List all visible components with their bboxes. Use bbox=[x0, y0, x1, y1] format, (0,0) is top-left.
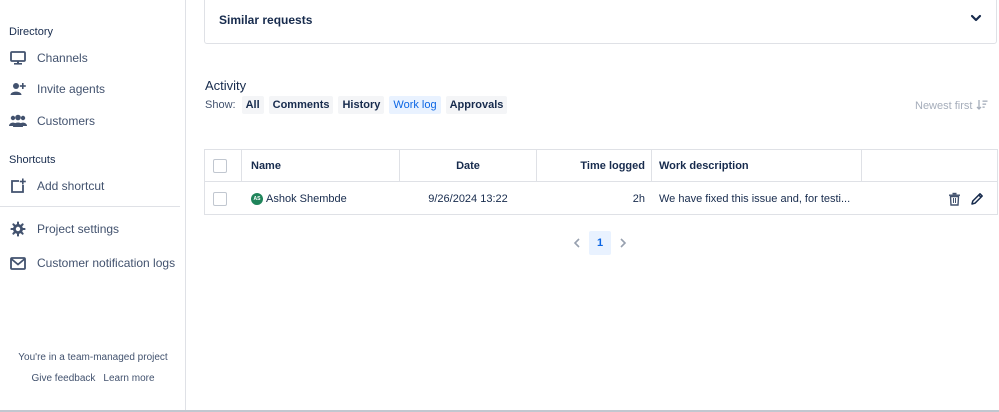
worklog-author[interactable]: AS Ashok Shembde bbox=[251, 183, 347, 215]
table-header-row: Name Date Time logged Work description bbox=[205, 150, 997, 182]
worklog-time-logged: 2h bbox=[632, 193, 645, 205]
give-feedback-link[interactable]: Give feedback bbox=[31, 373, 95, 384]
learn-more-link[interactable]: Learn more bbox=[103, 373, 154, 384]
avatar: AS bbox=[251, 193, 263, 205]
sidebar-item-label: Invite agents bbox=[37, 82, 106, 96]
sidebar-item-label: Customers bbox=[37, 114, 96, 128]
next-page-chevron-right-icon[interactable] bbox=[614, 231, 632, 255]
filter-history[interactable]: History bbox=[338, 96, 385, 114]
sidebar: Directory Channels Invite agents Custome… bbox=[0, 0, 186, 412]
activity-title: Activity bbox=[205, 78, 247, 93]
similar-requests-panel[interactable]: Similar requests bbox=[204, 0, 997, 44]
header-name[interactable]: Name bbox=[251, 150, 281, 182]
directory-section-title: Directory bbox=[9, 26, 54, 38]
pagination: 1 bbox=[568, 231, 632, 255]
sort-descending-icon bbox=[972, 99, 988, 113]
sidebar-item-label: Customer notification logs bbox=[37, 256, 176, 270]
add-user-icon bbox=[0, 82, 36, 96]
delete-icon[interactable] bbox=[948, 183, 961, 215]
header-date[interactable]: Date bbox=[400, 150, 536, 182]
team-managed-note: You're in a team-managed project bbox=[18, 352, 168, 363]
sidebar-item-project-settings[interactable]: Project settings bbox=[0, 214, 185, 244]
filter-comments[interactable]: Comments bbox=[268, 96, 334, 114]
filter-work-log[interactable]: Work log bbox=[389, 96, 441, 114]
header-work-description[interactable]: Work description bbox=[659, 150, 749, 182]
add-shortcut-icon bbox=[0, 178, 36, 194]
worklog-description: We have fixed this issue and, for testi.… bbox=[659, 193, 851, 205]
sort-toggle[interactable]: Newest first bbox=[915, 99, 988, 113]
monitor-icon bbox=[0, 51, 36, 65]
sidebar-item-add-shortcut[interactable]: Add shortcut bbox=[0, 171, 185, 201]
sidebar-item-channels[interactable]: Channels bbox=[0, 43, 185, 73]
sidebar-divider bbox=[0, 206, 180, 207]
page-number-button[interactable]: 1 bbox=[589, 231, 611, 255]
people-icon bbox=[0, 114, 36, 128]
sort-label: Newest first bbox=[915, 100, 973, 112]
header-time-logged[interactable]: Time logged bbox=[537, 150, 645, 182]
gear-icon bbox=[0, 221, 36, 237]
worklog-date: 9/26/2024 13:22 bbox=[428, 193, 508, 205]
show-label: Show: bbox=[205, 99, 236, 111]
row-checkbox[interactable] bbox=[213, 183, 227, 215]
sidebar-item-customer-notification-logs[interactable]: Customer notification logs bbox=[0, 248, 185, 278]
work-log-table: Name Date Time logged Work description A… bbox=[204, 149, 998, 215]
sidebar-item-label: Add shortcut bbox=[37, 179, 105, 193]
chevron-down-icon[interactable] bbox=[970, 11, 982, 29]
edit-pencil-icon[interactable] bbox=[970, 183, 984, 215]
filter-approvals[interactable]: Approvals bbox=[445, 96, 508, 114]
mail-icon bbox=[0, 256, 36, 270]
filter-all[interactable]: All bbox=[241, 96, 264, 114]
shortcuts-section-title: Shortcuts bbox=[9, 154, 56, 166]
similar-requests-title: Similar requests bbox=[219, 13, 313, 27]
sidebar-item-label: Channels bbox=[37, 51, 88, 65]
table-row: AS Ashok Shembde 9/26/2024 13:22 2h We h… bbox=[205, 183, 997, 215]
prev-page-chevron-left-icon[interactable] bbox=[568, 231, 586, 255]
activity-filter-bar: Show: All Comments History Work log Appr… bbox=[205, 96, 512, 114]
select-all-checkbox[interactable] bbox=[213, 150, 227, 182]
sidebar-item-label: Project settings bbox=[37, 222, 120, 236]
footer-links: Give feedback Learn more bbox=[0, 373, 186, 384]
sidebar-item-invite-agents[interactable]: Invite agents bbox=[0, 74, 185, 104]
sidebar-item-customers[interactable]: Customers bbox=[0, 106, 185, 136]
author-name: Ashok Shembde bbox=[266, 193, 347, 205]
